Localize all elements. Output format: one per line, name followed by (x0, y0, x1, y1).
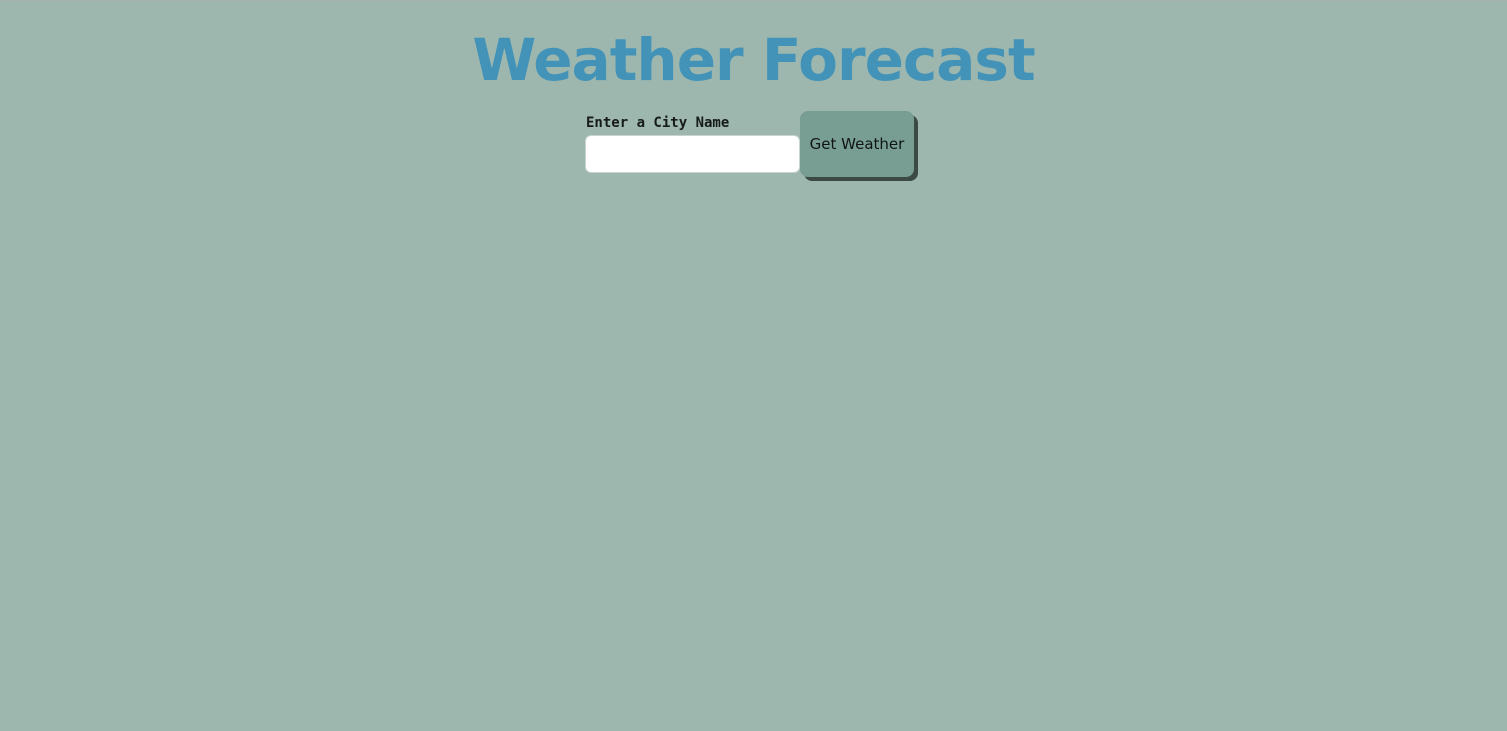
city-input-label: Enter a City Name (586, 115, 730, 131)
page-title: Weather Forecast (472, 26, 1035, 94)
get-weather-button[interactable]: Get Weather (800, 111, 914, 177)
city-search-form: Enter a City Name Get Weather (585, 111, 920, 183)
city-input[interactable] (585, 135, 800, 173)
top-border-line (0, 0, 1507, 1)
